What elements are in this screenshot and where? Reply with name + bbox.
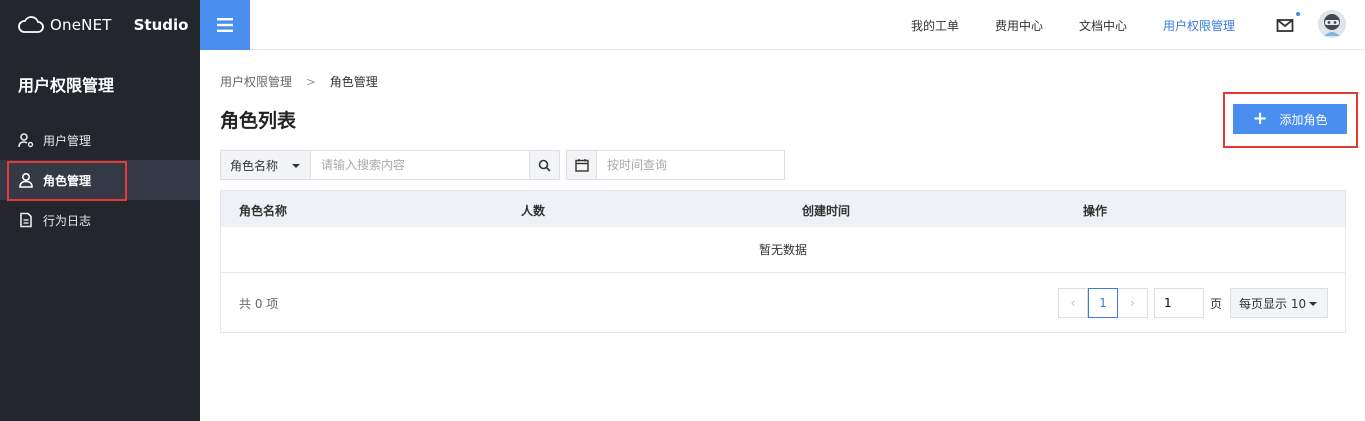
breadcrumb: 用户权限管理 > 角色管理 — [220, 73, 378, 90]
brand[interactable]: OneNET Studio — [0, 0, 200, 50]
page-unit-label: 页 — [1210, 296, 1223, 311]
sidebar: 用户权限管理 用户管理 角色管理 行为日志 — [0, 50, 200, 421]
cloud-icon — [18, 16, 44, 33]
column-role-name: 角色名称 — [239, 204, 288, 218]
date-input[interactable] — [597, 150, 785, 180]
top-bar: OneNET Studio 我的工单 费用中心 文档中心 用户权限管理 — [0, 0, 1365, 50]
pagination: ‹ 1 › 页 每页显示 10 — [1058, 288, 1329, 318]
column-actions: 操作 — [1083, 204, 1108, 218]
sidebar-item-label: 用户管理 — [43, 133, 92, 148]
sidebar-item-role-management[interactable]: 角色管理 — [0, 160, 200, 201]
search-field-select[interactable]: 角色名称 — [220, 150, 311, 180]
logo-text: OneNET — [50, 16, 112, 34]
sidebar-item-user-management[interactable]: 用户管理 — [0, 120, 200, 160]
column-created-time: 创建时间 — [802, 204, 851, 218]
breadcrumb-separator: > — [305, 75, 316, 89]
column-member-count: 人数 — [521, 204, 546, 218]
nav-billing-center[interactable]: 费用中心 — [995, 17, 1043, 34]
calendar-icon — [574, 159, 589, 172]
select-value: 角色名称 — [230, 158, 279, 173]
empty-text: 暂无数据 — [758, 243, 807, 257]
person-icon — [18, 172, 34, 188]
caret-down-icon — [292, 164, 300, 168]
sidebar-title: 用户权限管理 — [18, 76, 115, 95]
sidebar-item-label: 角色管理 — [43, 173, 92, 188]
table-header: 角色名称 人数 创建时间 操作 — [221, 191, 1345, 227]
page-size-select[interactable]: 每页显示 10 — [1230, 288, 1329, 318]
date-filter — [566, 150, 785, 180]
user-settings-icon — [18, 132, 34, 148]
table-footer: 共 0 项 ‹ 1 › 页 每页显示 10 — [221, 273, 1345, 332]
next-page-button[interactable]: › — [1118, 288, 1148, 318]
sidebar-item-activity-log[interactable]: 行为日志 — [0, 200, 200, 240]
document-icon — [18, 212, 34, 228]
page-title: 角色列表 — [220, 110, 297, 132]
menu-toggle-button[interactable] — [200, 0, 250, 50]
top-nav: 我的工单 费用中心 文档中心 用户权限管理 — [875, 0, 1235, 50]
breadcrumb-current: 角色管理 — [329, 75, 378, 89]
hamburger-icon — [217, 18, 233, 32]
page-jump-input[interactable] — [1154, 288, 1204, 318]
mail-button[interactable] — [1276, 12, 1300, 34]
add-role-button[interactable]: + 添加角色 — [1233, 104, 1347, 134]
page-1-button[interactable]: 1 — [1088, 288, 1118, 318]
search-button[interactable] — [530, 150, 560, 180]
add-role-label: 添加角色 — [1279, 112, 1328, 127]
breadcrumb-parent[interactable]: 用户权限管理 — [220, 75, 292, 89]
studio-label: Studio — [133, 16, 189, 34]
search-icon — [538, 159, 551, 172]
avatar-icon — [1318, 10, 1346, 38]
nav-my-tickets[interactable]: 我的工单 — [911, 17, 959, 34]
onenet-logo: OneNET — [17, 16, 112, 34]
add-role-highlight: + 添加角色 — [1223, 92, 1358, 148]
search-input[interactable] — [311, 150, 530, 180]
page-size-value: 每页显示 10 — [1239, 296, 1307, 311]
plus-icon: + — [1252, 108, 1268, 129]
filter-bar: 角色名称 — [220, 150, 785, 180]
mail-icon — [1276, 19, 1294, 32]
role-table: 角色名称 人数 创建时间 操作 暂无数据 共 0 项 ‹ 1 › 页 每页显示 … — [220, 190, 1346, 333]
sidebar-item-label: 行为日志 — [43, 213, 92, 228]
total-count: 共 0 项 — [239, 297, 279, 311]
notification-dot — [1296, 12, 1300, 16]
date-picker-button[interactable] — [566, 150, 597, 180]
table-body: 暂无数据 — [221, 227, 1345, 273]
user-avatar[interactable] — [1318, 10, 1346, 38]
nav-docs-center[interactable]: 文档中心 — [1079, 17, 1127, 34]
caret-down-icon — [1309, 302, 1318, 306]
nav-user-permissions[interactable]: 用户权限管理 — [1163, 17, 1235, 34]
prev-page-button[interactable]: ‹ — [1058, 288, 1088, 318]
